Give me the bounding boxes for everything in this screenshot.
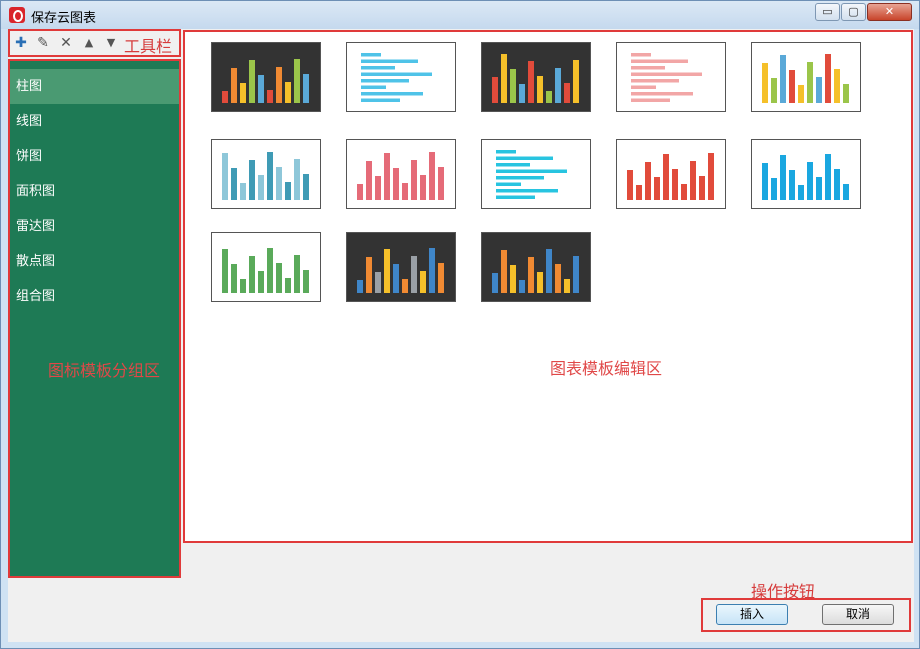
toolbar-highlight bbox=[8, 29, 181, 57]
dialog-window: 保存云图表 ▭ ▢ ✕ ✚ ✎ ✕ ▲ ▼ 工具栏 柱图 线图 饼图 面积图 雷… bbox=[0, 0, 920, 649]
group-panel-highlight bbox=[8, 59, 181, 578]
close-button[interactable]: ✕ bbox=[867, 3, 912, 21]
maximize-button[interactable]: ▢ bbox=[841, 3, 866, 21]
app-logo-icon bbox=[9, 7, 25, 23]
window-title: 保存云图表 bbox=[31, 11, 97, 26]
dialog-body: ✚ ✎ ✕ ▲ ▼ 工具栏 柱图 线图 饼图 面积图 雷达图 散点图 组合图 图… bbox=[8, 29, 914, 642]
buttons-highlight bbox=[701, 598, 911, 632]
edit-area-highlight bbox=[183, 30, 913, 543]
title-bar[interactable]: 保存云图表 ▭ ▢ ✕ bbox=[1, 1, 919, 29]
minimize-button[interactable]: ▭ bbox=[815, 3, 840, 21]
